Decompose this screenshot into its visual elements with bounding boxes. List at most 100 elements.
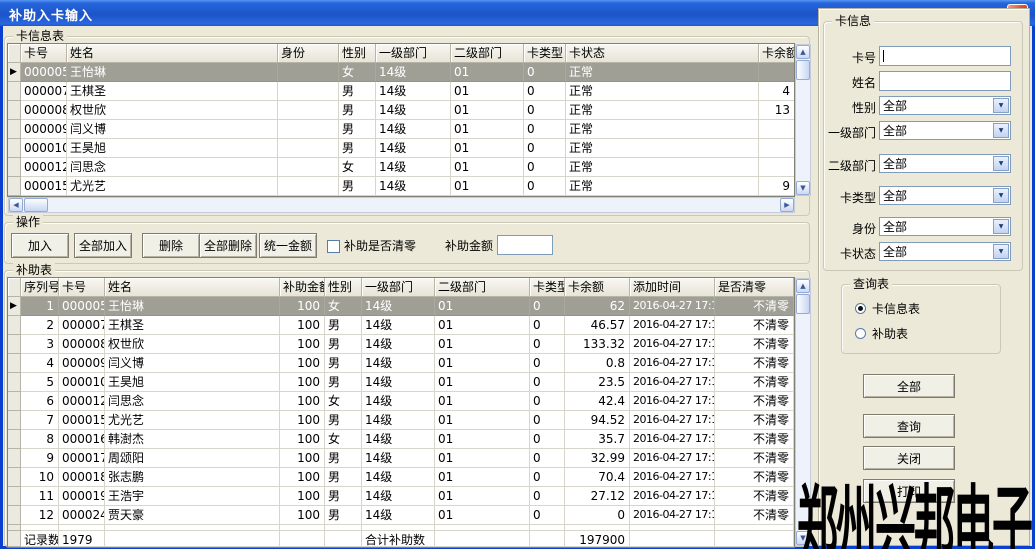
scroll-thumb[interactable]: [796, 60, 810, 80]
table-cell: 14级: [362, 506, 435, 525]
table-row[interactable]: 000008权世欣男14级010正常13: [8, 101, 794, 120]
table-cell: 王怡琳: [105, 297, 280, 316]
table-row[interactable]: 2000007王棋圣100男14级01046.572016-04-27 17:1…: [8, 316, 794, 335]
table-row[interactable]: 000010王昊旭男14级010正常: [8, 139, 794, 158]
table-row[interactable]: 000012闫思念女14级010正常: [8, 158, 794, 177]
table-cell: 000012: [21, 158, 67, 177]
card-info-hscrollbar[interactable]: ◀ ▶: [8, 197, 795, 213]
table-cell: 000008: [21, 101, 67, 120]
dropdown-button[interactable]: ▼: [993, 188, 1009, 203]
column-header[interactable]: 卡状态: [566, 44, 759, 63]
column-header[interactable]: 卡号: [21, 44, 67, 63]
table-row[interactable]: 000009闫义博男14级010正常: [8, 120, 794, 139]
subsidy-grid: 序列号卡号姓名补助金额性别一级部门二级部门卡类型卡余额添加时间是否清零▶1000…: [7, 277, 795, 548]
scroll-thumb[interactable]: [24, 198, 48, 212]
dropdown-button[interactable]: ▼: [993, 156, 1009, 171]
filter-card-status-combo[interactable]: 全部▼: [879, 242, 1011, 261]
table-cell: 14级: [362, 373, 435, 392]
add-button[interactable]: 加入: [11, 233, 69, 258]
scroll-left-button[interactable]: ◀: [9, 198, 23, 212]
filter-dept1-combo[interactable]: 全部▼: [879, 121, 1011, 140]
column-header[interactable]: 卡余额: [565, 278, 630, 297]
row-indicator: [8, 392, 21, 411]
table-row[interactable]: 12000024贾天豪100男14级01002016-04-27 17:10:不…: [8, 506, 794, 525]
table-row[interactable]: 11000019王浩宇100男14级01027.122016-04-27 17:…: [8, 487, 794, 506]
table-row[interactable]: 8000016韩澍杰100女14级01035.72016-04-27 17:10…: [8, 430, 794, 449]
table-row[interactable]: 000007王棋圣男14级010正常4: [8, 82, 794, 101]
table-cell: 100: [280, 449, 325, 468]
filter-name-input[interactable]: [879, 71, 1011, 91]
table-cell: 尤光艺: [67, 177, 278, 196]
table-cell: 0: [565, 506, 630, 525]
column-header[interactable]: 姓名: [105, 278, 280, 297]
table-row[interactable]: 000015尤光艺男14级010正常9: [8, 177, 794, 196]
column-header[interactable]: 卡类型: [524, 44, 566, 63]
amount-input[interactable]: [497, 235, 553, 255]
table-cell: 100: [280, 468, 325, 487]
dropdown-button[interactable]: ▼: [993, 123, 1009, 138]
filter-identity-combo[interactable]: 全部▼: [879, 217, 1011, 236]
dropdown-button[interactable]: ▼: [993, 219, 1009, 234]
column-header[interactable]: 身份: [278, 44, 339, 63]
radio-subsidy-table[interactable]: 补助表: [855, 326, 908, 340]
scroll-down-button[interactable]: ▼: [796, 181, 810, 195]
column-header[interactable]: 卡号: [59, 278, 105, 297]
filter-gender-combo[interactable]: 全部▼: [879, 96, 1011, 115]
table-row[interactable]: 7000015尤光艺100男14级01094.522016-04-27 17:1…: [8, 411, 794, 430]
row-indicator-header[interactable]: [8, 44, 21, 63]
field-label-card-status: 卡状态: [819, 245, 876, 262]
column-header[interactable]: 是否清零: [715, 278, 794, 297]
scroll-up-button[interactable]: ▲: [796, 45, 810, 59]
group-label-operations: 操作: [13, 215, 43, 229]
dropdown-button[interactable]: ▼: [993, 98, 1009, 113]
table-row[interactable]: 4000009闫义博100男14级0100.82016-04-27 17:10:…: [8, 354, 794, 373]
column-header[interactable]: 性别: [339, 44, 376, 63]
column-header[interactable]: 添加时间: [630, 278, 715, 297]
column-header[interactable]: 序列号: [21, 278, 59, 297]
table-row[interactable]: 10000018张志鹏100男14级01070.42016-04-27 17:1…: [8, 468, 794, 487]
scroll-right-button[interactable]: ▶: [780, 198, 794, 212]
radio-card-info-table[interactable]: 卡信息表: [855, 301, 920, 315]
field-label-identity: 身份: [819, 220, 876, 237]
delete-button[interactable]: 删除: [142, 233, 200, 258]
table-cell: 100: [280, 316, 325, 335]
row-indicator-header[interactable]: [8, 278, 21, 297]
table-cell: 100: [280, 354, 325, 373]
table-cell: 0: [524, 63, 566, 82]
table-cell: [278, 139, 339, 158]
table-cell: 0: [530, 506, 565, 525]
column-header[interactable]: 二级部门: [435, 278, 530, 297]
card-info-vscrollbar[interactable]: ▲ ▼: [795, 44, 811, 196]
filter-card-type-combo[interactable]: 全部▼: [879, 186, 1011, 205]
filter-card-no-input[interactable]: [879, 46, 1011, 66]
table-row[interactable]: 3000008权世欣100男14级010133.322016-04-27 17:…: [8, 335, 794, 354]
table-row[interactable]: 5000010王昊旭100男14级01023.52016-04-27 17:10…: [8, 373, 794, 392]
show-all-button[interactable]: 全部: [863, 374, 955, 398]
scroll-thumb[interactable]: [796, 294, 810, 314]
table-cell: 197900: [565, 531, 630, 547]
column-header[interactable]: 卡余额: [759, 44, 795, 63]
unify-amount-button[interactable]: 统一金额: [259, 233, 317, 258]
query-button[interactable]: 查询: [863, 414, 955, 438]
add-all-button[interactable]: 全部加入: [74, 233, 132, 258]
table-row[interactable]: 6000012闫思念100女14级01042.42016-04-27 17:10…: [8, 392, 794, 411]
table-cell: 王昊旭: [67, 139, 278, 158]
table-row[interactable]: ▶1000005王怡琳100女14级010622016-04-27 17:10:…: [8, 297, 794, 316]
filter-dept2-combo[interactable]: 全部▼: [879, 154, 1011, 173]
table-row[interactable]: 9000017周颂阳100男14级01032.992016-04-27 17:1…: [8, 449, 794, 468]
scroll-up-button[interactable]: ▲: [796, 279, 810, 293]
column-header[interactable]: 补助金额: [280, 278, 325, 297]
table-cell: 正常: [566, 101, 759, 120]
column-header[interactable]: 卡类型: [530, 278, 565, 297]
column-header[interactable]: 一级部门: [376, 44, 451, 63]
column-header[interactable]: 二级部门: [451, 44, 524, 63]
table-cell: 正常: [566, 82, 759, 101]
delete-all-button[interactable]: 全部删除: [199, 233, 257, 258]
table-cell: [278, 63, 339, 82]
dropdown-button[interactable]: ▼: [993, 244, 1009, 259]
column-header[interactable]: 姓名: [67, 44, 278, 63]
clear-checkbox[interactable]: [327, 240, 340, 253]
table-row[interactable]: ▶000005王怡琳女14级010正常: [8, 63, 794, 82]
column-header[interactable]: 一级部门: [362, 278, 435, 297]
column-header[interactable]: 性别: [325, 278, 362, 297]
